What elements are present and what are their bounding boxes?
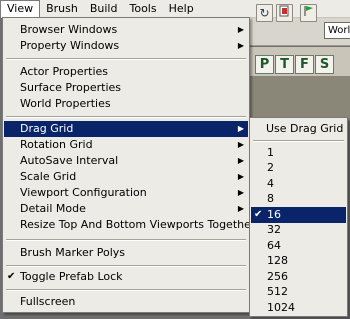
menu-item-resize-viewports[interactable]: Resize Top And Bottom Viewports Together xyxy=(4,217,255,233)
submenu-item-grid-256[interactable]: 256 xyxy=(251,269,346,285)
menu-item-label: Browser Windows xyxy=(20,23,118,36)
submenu-arrow-icon: ▶ xyxy=(237,124,244,133)
stop-icon-shape xyxy=(279,5,289,17)
submenu-item-use-drag-grid[interactable]: Use Drag Grid xyxy=(251,121,346,137)
menu-item-world-properties[interactable]: World Properties xyxy=(4,96,248,112)
submenu-item-label: 256 xyxy=(267,270,288,283)
menu-separator xyxy=(6,289,246,291)
submenu-arrow-icon: ▶ xyxy=(237,25,244,34)
submenu-arrow-icon: ▶ xyxy=(237,172,244,181)
world-combo[interactable]: World xyxy=(324,22,350,39)
menu-view[interactable]: View xyxy=(0,0,41,18)
menu-item-toggle-prefab-lock[interactable]: ✔ Toggle Prefab Lock xyxy=(4,269,248,285)
menu-item-fullscreen[interactable]: Fullscreen xyxy=(4,294,248,310)
submenu-item-label: 128 xyxy=(267,254,288,267)
menu-separator xyxy=(6,58,246,60)
menu-item-viewport-configuration[interactable]: Viewport Configuration ▶ xyxy=(4,185,248,201)
menu-item-browser-windows[interactable]: Browser Windows ▶ xyxy=(4,22,248,38)
menubar: View Brush Build Tools Help xyxy=(0,0,350,18)
submenu-item-label: 4 xyxy=(267,177,274,190)
submenu-item-grid-128[interactable]: 128 xyxy=(251,253,346,269)
menu-item-surface-properties[interactable]: Surface Properties xyxy=(4,80,248,96)
submenu-arrow-icon: ▶ xyxy=(237,156,244,165)
menu-item-label: Viewport Configuration xyxy=(20,186,147,199)
submenu-item-grid-32[interactable]: 32 xyxy=(251,222,346,238)
menu-item-label: Brush Marker Polys xyxy=(20,246,126,259)
mode-button-t[interactable]: T xyxy=(275,55,294,74)
menu-item-autosave-interval[interactable]: AutoSave Interval ▶ xyxy=(4,153,248,169)
menu-item-label: Resize Top And Bottom Viewports Together xyxy=(20,218,256,231)
stop-icon[interactable] xyxy=(276,4,293,22)
submenu-item-label: 1024 xyxy=(267,301,295,314)
flag-icon-shape xyxy=(304,6,313,16)
menu-separator xyxy=(6,116,246,118)
menu-item-drag-grid[interactable]: Drag Grid ▶ xyxy=(4,121,248,137)
submenu-item-label: Use Drag Grid xyxy=(266,122,344,135)
menu-item-label: Surface Properties xyxy=(20,81,121,94)
submenu-item-grid-1024[interactable]: 1024 xyxy=(251,300,346,316)
menu-item-rotation-grid[interactable]: Rotation Grid ▶ xyxy=(4,137,248,153)
mode-button-f[interactable]: F xyxy=(295,55,314,74)
menu-item-scale-grid[interactable]: Scale Grid ▶ xyxy=(4,169,248,185)
submenu-item-label: 64 xyxy=(267,239,281,252)
submenu-item-grid-2[interactable]: 2 xyxy=(251,160,346,176)
menu-item-label: Detail Mode xyxy=(20,202,86,215)
menu-help[interactable]: Help xyxy=(163,0,200,18)
menu-item-label: Toggle Prefab Lock xyxy=(20,270,123,283)
menu-item-property-windows[interactable]: Property Windows ▶ xyxy=(4,38,248,54)
mode-button-s[interactable]: S xyxy=(315,55,334,74)
mode-button-p[interactable]: P xyxy=(255,55,274,74)
submenu-item-grid-512[interactable]: 512 xyxy=(251,284,346,300)
submenu-arrow-icon: ▶ xyxy=(237,188,244,197)
menu-brush[interactable]: Brush xyxy=(40,0,84,18)
submenu-item-label: 16 xyxy=(267,208,281,221)
submenu-item-label: 32 xyxy=(267,223,281,236)
submenu-item-grid-4[interactable]: 4 xyxy=(251,176,346,192)
check-icon: ✔ xyxy=(254,209,263,220)
menu-item-label: Scale Grid xyxy=(20,170,77,183)
menu-item-actor-properties[interactable]: Actor Properties xyxy=(4,64,248,80)
menu-item-label: Actor Properties xyxy=(20,65,109,78)
submenu-arrow-icon: ▶ xyxy=(237,140,244,149)
submenu-item-grid-1[interactable]: 1 xyxy=(251,145,346,161)
submenu-arrow-icon: ▶ xyxy=(237,204,244,213)
menu-separator xyxy=(6,239,246,241)
menu-item-label: Property Windows xyxy=(20,39,120,52)
refresh-icon[interactable]: ↻ xyxy=(256,4,273,22)
submenu-item-grid-8[interactable]: 8 xyxy=(251,191,346,207)
drag-grid-submenu: Use Drag Grid 1 2 4 8 ✔ 16 32 64 128 256… xyxy=(249,117,348,317)
viewport-background xyxy=(245,76,350,121)
submenu-item-label: 1 xyxy=(267,146,274,159)
menu-item-label: Fullscreen xyxy=(20,295,76,308)
menu-item-detail-mode[interactable]: Detail Mode ▶ xyxy=(4,201,248,217)
menu-item-label: Drag Grid xyxy=(20,122,74,135)
submenu-item-label: 512 xyxy=(267,285,288,298)
menu-separator xyxy=(6,265,246,267)
menu-item-brush-marker-polys[interactable]: Brush Marker Polys xyxy=(4,245,248,261)
menu-item-label: World Properties xyxy=(20,97,111,110)
menu-tools[interactable]: Tools xyxy=(123,0,162,18)
submenu-item-grid-64[interactable]: 64 xyxy=(251,238,346,254)
menu-item-label: AutoSave Interval xyxy=(20,154,119,167)
menu-build[interactable]: Build xyxy=(84,0,124,18)
submenu-item-label: 2 xyxy=(267,161,274,174)
submenu-item-label: 8 xyxy=(267,192,274,205)
view-menu: Browser Windows ▶ Property Windows ▶ Act… xyxy=(2,17,255,313)
menu-item-label: Rotation Grid xyxy=(20,138,93,151)
menu-separator xyxy=(253,140,344,142)
check-icon: ✔ xyxy=(7,271,16,282)
submenu-item-grid-16[interactable]: ✔ 16 xyxy=(251,207,346,223)
flag-icon[interactable] xyxy=(300,4,317,22)
submenu-arrow-icon: ▶ xyxy=(237,41,244,50)
